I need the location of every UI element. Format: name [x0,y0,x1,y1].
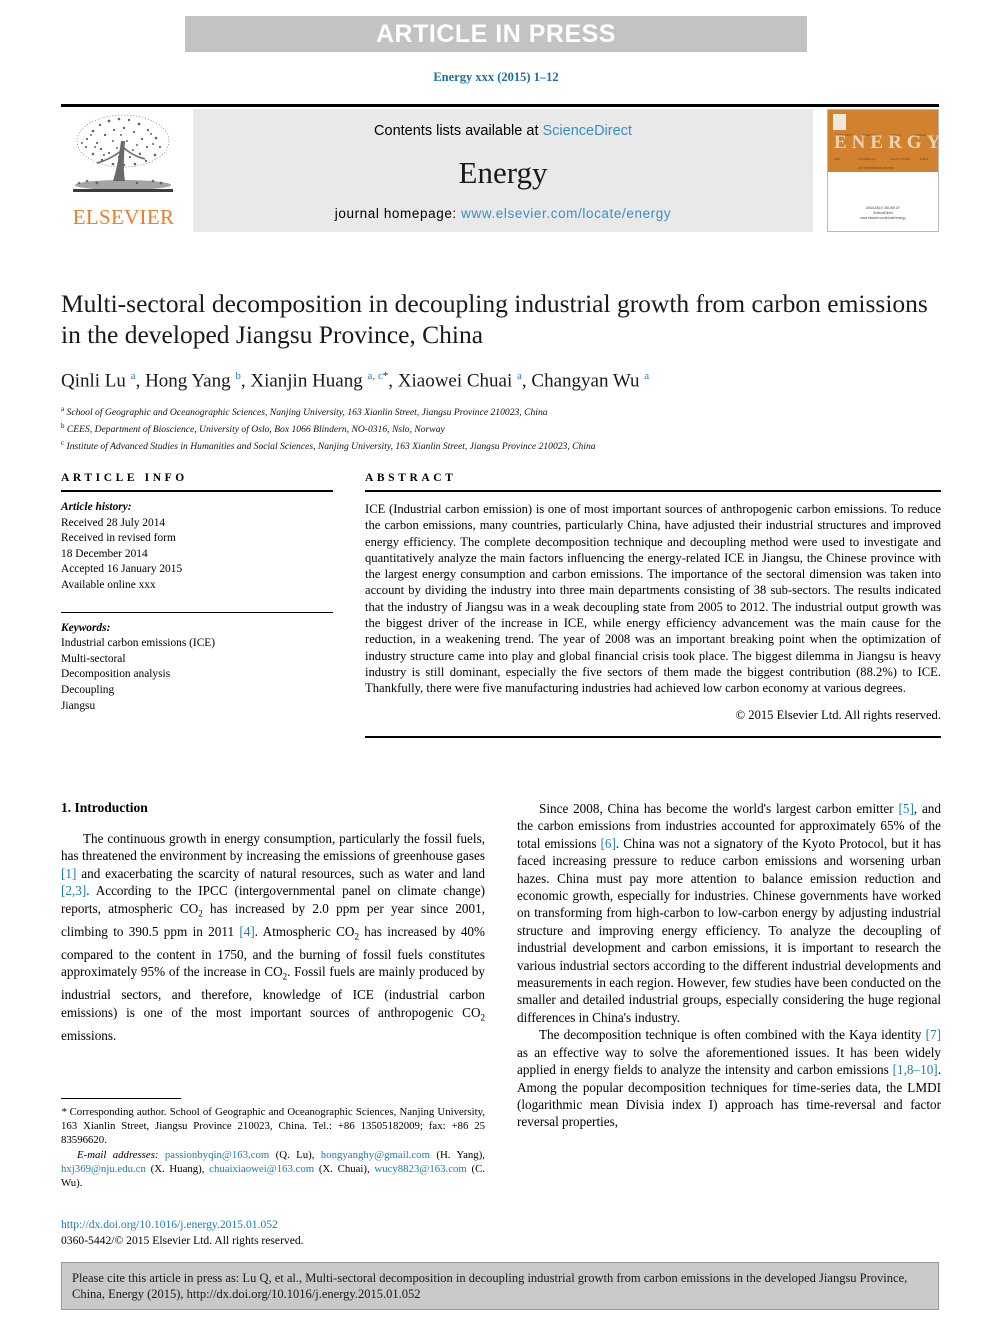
issn-copyright: 0360-5442/© 2015 Elsevier Ltd. All right… [61,1233,304,1247]
article-info-rule [61,490,333,492]
history-line-2: 18 December 2014 [61,547,148,560]
keyword-2: Decomposition analysis [61,668,171,681]
journal-homepage-line: journal homepage: www.elsevier.com/locat… [335,206,671,221]
footnote-block: * Corresponding author. School of Geogra… [61,1098,485,1190]
intro-paragraph-right-2: The decomposition technique is often com… [517,1027,941,1130]
keyword-3: Decoupling [61,683,115,696]
affiliation-mark-a: a [61,405,65,414]
journal-masthead: ELSEVIER Contents lists available at Sci… [61,104,939,232]
affiliation-text-c: Institute of Advanced Studies in Humanit… [66,440,596,452]
abstract-text: ICE (Industrial carbon emission) is one … [365,502,941,696]
email-addresses-note: E-mail addresses: passionbyqin@163.com (… [61,1148,485,1190]
affiliation-mark-b: b [61,421,65,430]
info-abstract-section: ARTICLE INFO Article history: Received 2… [61,472,941,738]
history-line-0: Received 28 July 2014 [61,516,166,529]
journal-cover-thumbnail: INTERNATIONAL RESEARCH ENERGY SCIENCE EN… [827,109,939,232]
homepage-prefix: journal homepage: [334,206,462,221]
cover-logo-box [833,114,846,130]
cover-caption: An International Journal [858,166,894,170]
keywords-rule [61,611,333,613]
keyword-0: Industrial carbon emissions (ICE) [61,637,216,650]
elsevier-tree-icon [73,114,173,192]
article-history-label: Article history: [61,501,132,513]
journal-reference: Energy xxx (2015) 1–12 [433,70,559,84]
article-info-column: ARTICLE INFO Article history: Received 2… [61,472,333,738]
corresponding-author-note: * Corresponding author. School of Geogra… [61,1106,485,1147]
contents-lists-line: Contents lists available at ScienceDirec… [374,123,632,139]
doi-copyright-block: http://dx.doi.org/10.1016/j.energy.2015.… [61,1217,485,1248]
cite-this-article-text: Please cite this article in press as: Lu… [72,1271,908,1301]
article-in-press-label: ARTICLE IN PRESS [376,19,616,48]
cover-energy-title: ENERGY [834,132,939,153]
article-in-press-banner: ARTICLE IN PRESS [185,16,807,52]
elsevier-logo: ELSEVIER [61,109,186,232]
affiliation-text-b: CEES, Department of Bioscience, Universi… [66,424,445,436]
history-line-4: Available online xxx [61,578,156,591]
keyword-4: Jiangsu [61,699,96,712]
section-heading-introduction: 1. Introduction [61,800,148,815]
contents-lists-prefix: Contents lists available at [374,123,543,139]
cover-sub-right: FUELS [920,158,929,161]
keyword-1: Multi-sectoral [61,652,126,665]
affiliations: a School of Geographic and Oceanographic… [61,403,941,453]
sciencedirect-link[interactable]: ScienceDirect [543,123,632,139]
journal-title: Energy [458,155,548,190]
cite-this-article-box: Please cite this article in press as: Lu… [61,1262,939,1310]
page-title: Multi-sectoral decomposition in decoupli… [61,289,928,349]
history-line-1: Received in revised form [61,532,176,545]
abstract-top-rule [365,490,941,492]
article-history: Article history: Received 28 July 2014 R… [61,500,333,594]
cover-sub-left: HEAT [834,158,841,161]
footnote-rule [61,1098,181,1099]
abstract-copyright: © 2015 Elsevier Ltd. All rights reserved… [735,707,941,722]
affiliation-mark-c: c [61,438,65,447]
masthead-top-rule [61,104,939,107]
body-column-right: Since 2008, China has become the world's… [517,800,941,1131]
abstract-column: ABSTRACT ICE (Industrial carbon emission… [365,472,941,738]
affiliation-text-a: School of Geographic and Oceanographic S… [66,407,548,419]
history-line-3: Accepted 16 January 2015 [61,563,183,576]
info-abstract-headings: ARTICLE INFO Article history: Received 2… [61,472,941,738]
article-info-heading: ARTICLE INFO [61,472,188,484]
intro-paragraph-left-1: The continuous growth in energy consumpt… [61,831,485,1043]
paper-page: ARTICLE IN PRESS Energy xxx (2015) 1–12 [0,0,992,1323]
affiliation-c: c Institute of Advanced Studies in Human… [61,437,941,454]
keywords-label: Keywords: [61,621,111,634]
abstract-heading: ABSTRACT [365,472,457,484]
author-list: Qinli Lu a, Hong Yang b, Xianjin Huang a… [61,370,650,392]
affiliation-b: b CEES, Department of Bioscience, Univer… [61,420,941,437]
affiliation-a: a School of Geographic and Oceanographic… [61,403,941,420]
masthead-center-panel: Contents lists available at ScienceDirec… [193,109,813,232]
intro-paragraph-right-1: Since 2008, China has become the world's… [517,801,941,1025]
abstract-bottom-rule [365,735,941,738]
doi-link[interactable]: http://dx.doi.org/10.1016/j.energy.2015.… [61,1217,485,1233]
title-block: Multi-sectoral decomposition in decoupli… [61,288,941,453]
keywords-list: Keywords: Industrial carbon emissions (I… [61,621,333,715]
body-column-left: 1. Introduction The continuous growth in… [61,800,485,1044]
cover-publisher-line: AVAILABLE ONLINE AT ScienceDirect www.else… [860,206,906,221]
cover-sub-mid: of POWER use [858,158,876,161]
cover-sub-mid2: transfer SYSTEM [890,158,911,161]
elsevier-wordmark: ELSEVIER [72,205,175,229]
homepage-url-link[interactable]: www.elsevier.com/locate/energy [461,206,671,221]
